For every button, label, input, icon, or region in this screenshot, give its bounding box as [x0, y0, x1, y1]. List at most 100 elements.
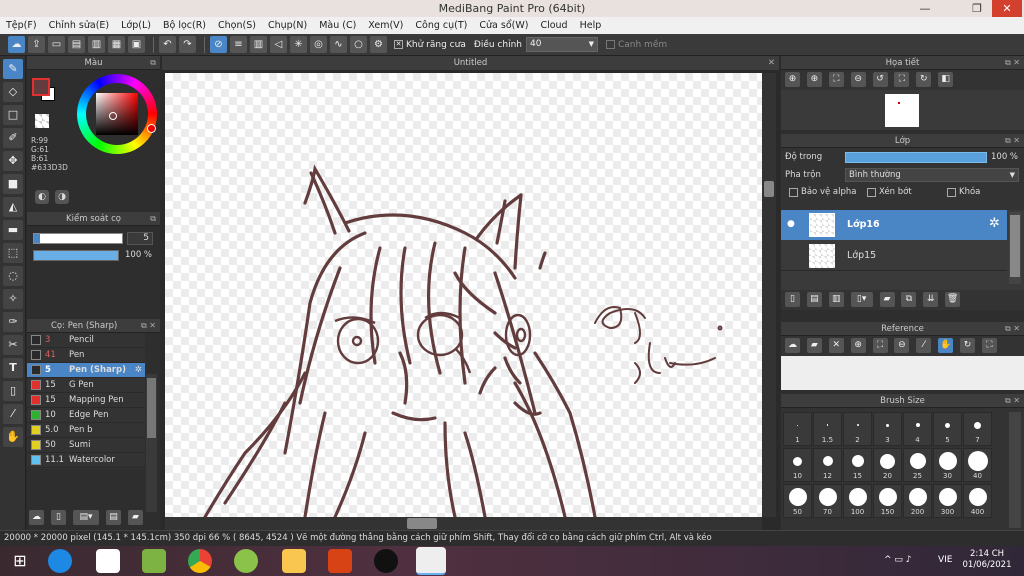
divide-tool-icon[interactable]: ▯ — [3, 381, 23, 401]
fit-icon[interactable]: ⛶ — [828, 72, 844, 87]
rotate-icon[interactable]: ↻ — [960, 338, 975, 353]
brush-item[interactable]: 15 Mapping Pen — [27, 393, 145, 408]
powerpoint-icon[interactable] — [328, 549, 352, 573]
bucket-tool-icon[interactable]: ◭ — [3, 197, 23, 217]
brush-size-scrollbar[interactable] — [1009, 412, 1021, 528]
edge-browser-icon[interactable] — [48, 549, 72, 573]
maximize-button[interactable]: ❐ — [962, 0, 992, 17]
fit-screen-icon[interactable]: ⛶ — [894, 72, 910, 87]
brush-tool-icon[interactable]: ✎ — [3, 59, 23, 79]
brush-size-cell[interactable]: 1.5 — [813, 412, 842, 446]
menu-color[interactable]: Màu (C) — [319, 20, 356, 31]
soft-edge-checkbox[interactable] — [605, 40, 615, 49]
brush-menu-icon[interactable]: ▤▾ — [73, 510, 99, 525]
new-8bit-layer-icon[interactable]: ▥ — [828, 292, 844, 307]
drawing-canvas[interactable] — [165, 73, 762, 517]
store-icon[interactable] — [96, 549, 120, 573]
panel-icon[interactable]: ▣ — [128, 36, 145, 53]
brush-size-cell[interactable]: 200 — [903, 484, 932, 518]
close-reference-icon[interactable]: ✕ — [828, 338, 844, 353]
rectangle-tool-icon[interactable]: □ — [3, 105, 23, 125]
lasso-tool-icon[interactable]: ◌ — [3, 266, 23, 286]
select-rect-tool-icon[interactable]: ⬚ — [3, 243, 23, 263]
flip-icon[interactable]: ◧ — [938, 72, 954, 87]
adjust-dropdown[interactable]: 40 ▼ — [525, 37, 598, 52]
brush-size-value[interactable]: 5 — [127, 232, 153, 245]
canvas-vertical-scrollbar[interactable] — [762, 73, 776, 517]
cross-snap-icon[interactable]: ▥ — [250, 36, 267, 53]
brush-item[interactable]: 5 Pen (Sharp) ✲ — [27, 363, 145, 378]
add-layer-menu-icon[interactable]: ▯▾ — [850, 292, 873, 307]
detach-icon[interactable]: ⧉ ✕ — [1005, 134, 1020, 148]
antialias-checkbox[interactable]: ✕ — [394, 40, 403, 49]
brush-size-cell[interactable]: 20 — [873, 448, 902, 482]
layer-opacity-slider[interactable] — [845, 152, 987, 163]
brush-size-cell[interactable]: 300 — [933, 484, 962, 518]
eyedropper-icon[interactable]: ⁄ — [916, 338, 932, 353]
brush-item[interactable]: 41 Pen — [27, 348, 145, 363]
brush-size-cell[interactable]: 5 — [933, 412, 962, 446]
close-button[interactable]: ✕ — [992, 0, 1022, 17]
brush-size-cell[interactable]: 2 — [843, 412, 872, 446]
brush-size-slider[interactable] — [33, 233, 123, 244]
eyedropper-tool-icon[interactable]: ⁄ — [3, 404, 23, 424]
menu-edit[interactable]: Chỉnh sửa(E) — [49, 20, 110, 31]
parallel-snap-icon[interactable]: ≡ — [230, 36, 247, 53]
select-pen-tool-icon[interactable]: ✑ — [3, 312, 23, 332]
detach-icon[interactable]: ⧉ ✕ — [1005, 56, 1020, 70]
cloud-icon[interactable]: ☁ — [8, 36, 25, 53]
eraser-tool-icon[interactable]: ◇ — [3, 82, 23, 102]
blend-dropdown[interactable]: Bình thường ▼ — [845, 168, 1019, 182]
gradient-tool-icon[interactable]: ▬ — [3, 220, 23, 240]
canvas-tab[interactable]: Untitled ✕ — [162, 56, 779, 70]
text-tool-icon[interactable]: T — [3, 358, 23, 378]
brush-size-cell[interactable]: 40 — [963, 448, 992, 482]
protect-alpha-checkbox[interactable] — [789, 188, 798, 197]
menu-layer[interactable]: Lớp(L) — [121, 20, 151, 31]
color-history-icon[interactable]: ◑ — [55, 190, 69, 204]
brush-size-cell[interactable]: 30 — [933, 448, 962, 482]
color-picker-handle[interactable] — [109, 112, 117, 120]
hand-tool-icon[interactable]: ✋ — [3, 427, 23, 447]
rotate-right-icon[interactable]: ↻ — [916, 72, 932, 87]
curve-snap-icon[interactable]: ∿ — [330, 36, 347, 53]
menu-file[interactable]: Tệp(F) — [6, 20, 37, 31]
redo-icon[interactable]: ↷ — [179, 36, 196, 53]
duplicate-layer-icon[interactable]: ⧉ — [901, 292, 917, 307]
rotate-left-icon[interactable]: ↺ — [872, 72, 888, 87]
fit-icon[interactable]: ⛶ — [872, 338, 888, 353]
bluestacks-icon[interactable] — [142, 549, 166, 573]
brush-item[interactable]: 50 Sumi — [27, 438, 145, 453]
brush-list-scrollbar[interactable] — [146, 374, 157, 512]
zoom-in-icon[interactable]: ⊕ — [785, 72, 800, 87]
brush-folder-icon[interactable]: ▰ — [128, 510, 143, 525]
layer-row[interactable]: Lớp15 — [781, 241, 1007, 271]
medibang-active-icon[interactable] — [416, 547, 446, 575]
brush-size-cell[interactable]: 12 — [813, 448, 842, 482]
select-eraser-tool-icon[interactable]: ✂ — [3, 335, 23, 355]
layer-row-selected[interactable]: ● Lớp16 ✲ — [781, 210, 1007, 240]
move-tool-icon[interactable]: ✥ — [3, 151, 23, 171]
menu-help[interactable]: Help — [580, 20, 602, 31]
magic-wand-tool-icon[interactable]: ✧ — [3, 289, 23, 309]
add-brush-icon[interactable]: ☁ — [29, 510, 44, 525]
concentric-snap-icon[interactable]: ◎ — [310, 36, 327, 53]
zoom-out-icon[interactable]: ⊖ — [894, 338, 910, 353]
brush-size-cell[interactable]: 1 — [783, 412, 812, 446]
brush-size-cell[interactable]: 4 — [903, 412, 932, 446]
fill-rect-tool-icon[interactable]: ■ — [3, 174, 23, 194]
medibang-app-icon[interactable] — [234, 549, 258, 573]
brush-settings-icon[interactable]: ▤ — [106, 510, 121, 525]
cloud-icon[interactable]: ☁ — [785, 338, 800, 353]
detach-icon[interactable]: ⧉ — [150, 56, 156, 70]
brush-item[interactable]: 11.1 Watercolor — [27, 453, 145, 468]
document-icon[interactable]: ▥ — [88, 36, 105, 53]
scrollbar-thumb[interactable] — [764, 181, 774, 197]
delete-layer-icon[interactable]: 🗑 — [945, 292, 961, 307]
palette-icon[interactable]: ◐ — [35, 190, 49, 204]
gear-icon[interactable]: ✲ — [135, 365, 142, 375]
dot-pen-tool-icon[interactable]: ✐ — [3, 128, 23, 148]
canvas-horizontal-scrollbar[interactable] — [165, 517, 762, 530]
clock[interactable]: 2:14 CH 01/06/2021 — [962, 549, 1012, 571]
menu-filter[interactable]: Bộ lọc(R) — [163, 20, 206, 31]
